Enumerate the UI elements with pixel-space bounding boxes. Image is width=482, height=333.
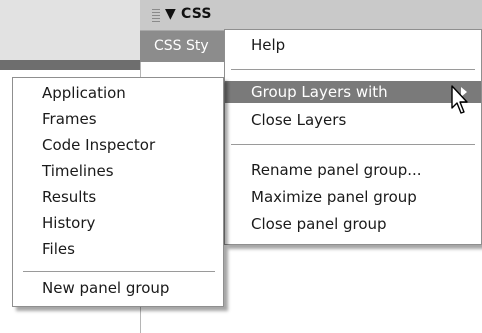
submenu-item-files[interactable]: Files [13, 238, 223, 260]
panel-options-menu: Help Group Layers with Close Layers Rena… [224, 29, 482, 245]
submenu-item-new-panel-group[interactable]: New panel group [13, 277, 223, 299]
submenu-item-code-inspector[interactable]: Code Inspector [13, 134, 223, 156]
group-with-submenu: Application Frames Code Inspector Timeli… [12, 77, 224, 307]
submenu-item-timelines-label: Timelines [42, 162, 114, 180]
tab-css-styles-label: CSS Sty [154, 38, 209, 54]
mouse-pointer-icon [451, 85, 468, 114]
menu-item-close-panel-group[interactable]: Close panel group [225, 213, 481, 235]
gripper-icon[interactable] [152, 9, 160, 23]
submenu-item-timelines[interactable]: Timelines [13, 160, 223, 182]
submenu-item-history[interactable]: History [13, 212, 223, 234]
left-panel-strip [0, 0, 140, 61]
menu-separator [231, 144, 475, 145]
triangle-down-icon: ▼ [165, 6, 176, 22]
left-panel-divider [0, 60, 140, 70]
submenu-item-application-label: Application [42, 84, 126, 102]
submenu-item-new-panel-group-label: New panel group [42, 279, 170, 297]
menu-item-rename-panel-group-label: Rename panel group... [251, 161, 422, 179]
menu-item-close-layers[interactable]: Close Layers [225, 109, 481, 131]
menu-item-maximize-panel-group-label: Maximize panel group [251, 188, 417, 206]
submenu-item-history-label: History [42, 214, 96, 232]
menu-item-help[interactable]: Help [225, 34, 481, 56]
menu-separator [23, 271, 215, 272]
menu-item-rename-panel-group[interactable]: Rename panel group... [225, 159, 481, 181]
panel-group-title[interactable]: ▼ CSS [165, 6, 212, 22]
submenu-item-frames[interactable]: Frames [13, 108, 223, 130]
submenu-item-code-inspector-label: Code Inspector [42, 136, 156, 154]
panel-group-title-label: CSS [181, 6, 212, 22]
submenu-item-application[interactable]: Application [13, 82, 223, 104]
menu-item-group-layers-with-label: Group Layers with [251, 83, 388, 101]
submenu-item-results[interactable]: Results [13, 186, 223, 208]
menu-item-close-layers-label: Close Layers [251, 111, 347, 129]
menu-item-group-layers-with[interactable]: Group Layers with [225, 81, 481, 103]
submenu-item-results-label: Results [42, 188, 97, 206]
menu-item-maximize-panel-group[interactable]: Maximize panel group [225, 186, 481, 208]
submenu-item-files-label: Files [42, 240, 75, 258]
menu-separator [231, 69, 475, 70]
menu-item-help-label: Help [251, 36, 286, 54]
submenu-item-frames-label: Frames [42, 110, 97, 128]
menu-item-close-panel-group-label: Close panel group [251, 215, 387, 233]
